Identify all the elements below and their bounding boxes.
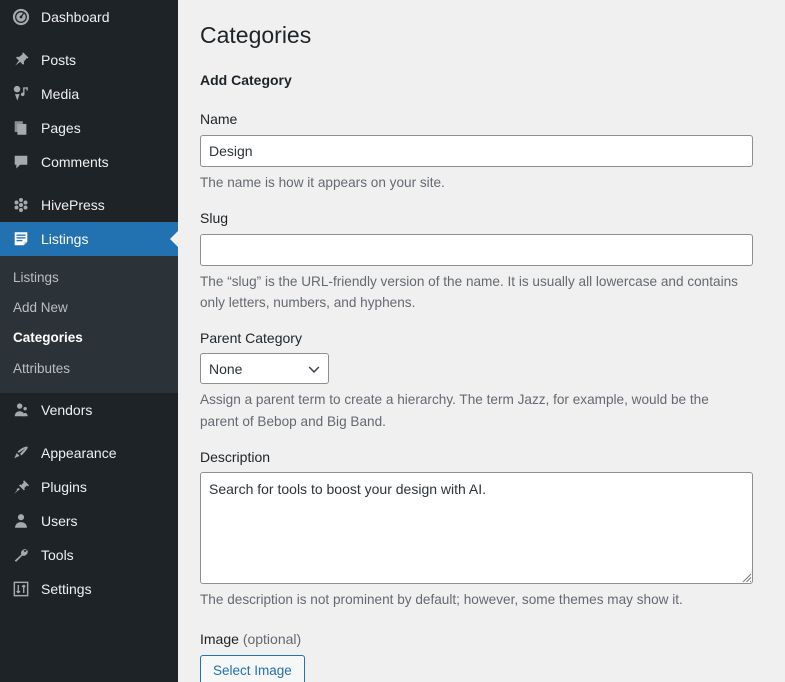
description-textarea[interactable]	[200, 472, 753, 585]
slug-input[interactable]	[200, 233, 753, 266]
parent-category-select-wrap	[200, 353, 329, 385]
user-icon	[11, 511, 31, 531]
slug-label: Slug	[200, 210, 229, 227]
name-label: Name	[200, 111, 238, 128]
form-heading: Add Category	[200, 71, 292, 88]
field-description: Description The description is not promi…	[200, 448, 755, 611]
field-image: Image (optional) Select Image	[200, 630, 755, 682]
brush-icon	[11, 443, 31, 463]
listings-icon	[11, 229, 31, 249]
parent-category-description: Assign a parent term to create a hierarc…	[200, 392, 709, 429]
field-slug: Slug The “slug” is the URL-friendly vers…	[200, 209, 755, 313]
sidebar-subitem-add-new[interactable]: Add New	[0, 293, 178, 323]
admin-sidebar: Dashboard Posts Media Pages Comments Hiv…	[0, 0, 178, 682]
parent-category-label: Parent Category	[200, 329, 302, 346]
vendor-icon	[11, 400, 31, 420]
sidebar-item-label: Settings	[41, 580, 92, 597]
field-parent-category: Parent Category Assign a parent term to …	[200, 329, 755, 432]
sidebar-item-listings[interactable]: Listings	[0, 222, 178, 256]
sidebar-item-label: Plugins	[41, 478, 87, 495]
comment-icon	[11, 152, 31, 172]
sidebar-item-label: Users	[41, 512, 78, 529]
sidebar-item-label: Listings	[41, 231, 89, 247]
admin-page: Dashboard Posts Media Pages Comments Hiv…	[0, 0, 785, 682]
sidebar-separator	[0, 34, 178, 43]
sidebar-item-settings[interactable]: Settings	[0, 572, 178, 606]
sidebar-item-label: Posts	[41, 52, 77, 68]
sliders-icon	[11, 579, 31, 599]
sidebar-submenu-listings: Listings Add New Categories Attributes	[0, 256, 178, 393]
slug-description: The “slug” is the URL-friendly version o…	[200, 273, 738, 310]
plug-icon	[11, 477, 31, 497]
dashboard-icon	[11, 7, 31, 27]
media-icon	[11, 84, 31, 104]
pages-icon	[11, 118, 31, 138]
name-input[interactable]	[200, 135, 753, 168]
description-label: Description	[200, 448, 271, 465]
sidebar-item-label: HivePress	[41, 197, 105, 213]
main-content: Categories Add Category Name The name is…	[178, 0, 785, 682]
sidebar-item-tools[interactable]: Tools	[0, 538, 178, 572]
image-optional-text: (optional)	[242, 631, 302, 648]
sidebar-separator	[0, 427, 178, 436]
sidebar-separator	[0, 179, 178, 188]
field-name: Name The name is how it appears on your …	[200, 110, 755, 193]
sidebar-item-appearance[interactable]: Appearance	[0, 436, 178, 470]
hivepress-icon	[11, 195, 31, 215]
sidebar-item-label: Appearance	[41, 444, 117, 461]
sidebar-item-label: Pages	[41, 120, 81, 136]
sidebar-item-label: Dashboard	[41, 9, 110, 25]
sidebar-item-vendors[interactable]: Vendors	[0, 393, 178, 427]
sidebar-item-media[interactable]: Media	[0, 77, 178, 111]
image-label: Image (optional)	[200, 630, 755, 650]
parent-category-select[interactable]	[200, 353, 329, 385]
wrench-icon	[11, 545, 31, 565]
sidebar-item-pages[interactable]: Pages	[0, 111, 178, 145]
sidebar-item-label: Comments	[41, 154, 109, 170]
sidebar-item-label: Vendors	[41, 401, 93, 418]
sidebar-subitem-categories[interactable]: Categories	[0, 323, 178, 353]
description-textarea-wrap	[200, 472, 755, 585]
sidebar-item-hivepress[interactable]: HivePress	[0, 188, 178, 222]
select-image-button[interactable]: Select Image	[200, 654, 305, 682]
sidebar-item-comments[interactable]: Comments	[0, 145, 178, 179]
pin-icon	[11, 50, 31, 70]
description-help: The description is not prominent by defa…	[200, 592, 683, 608]
sidebar-item-label: Tools	[41, 546, 74, 563]
sidebar-item-users[interactable]: Users	[0, 504, 178, 538]
sidebar-item-plugins[interactable]: Plugins	[0, 470, 178, 504]
sidebar-item-label: Media	[41, 86, 80, 102]
name-description: The name is how it appears on your site.	[200, 175, 445, 191]
sidebar-item-dashboard[interactable]: Dashboard	[0, 0, 178, 34]
sidebar-subitem-listings[interactable]: Listings	[0, 263, 178, 293]
page-title: Categories	[200, 22, 312, 48]
sidebar-subitem-attributes[interactable]: Attributes	[0, 354, 178, 384]
image-label-text: Image	[200, 631, 239, 648]
sidebar-item-posts[interactable]: Posts	[0, 43, 178, 77]
